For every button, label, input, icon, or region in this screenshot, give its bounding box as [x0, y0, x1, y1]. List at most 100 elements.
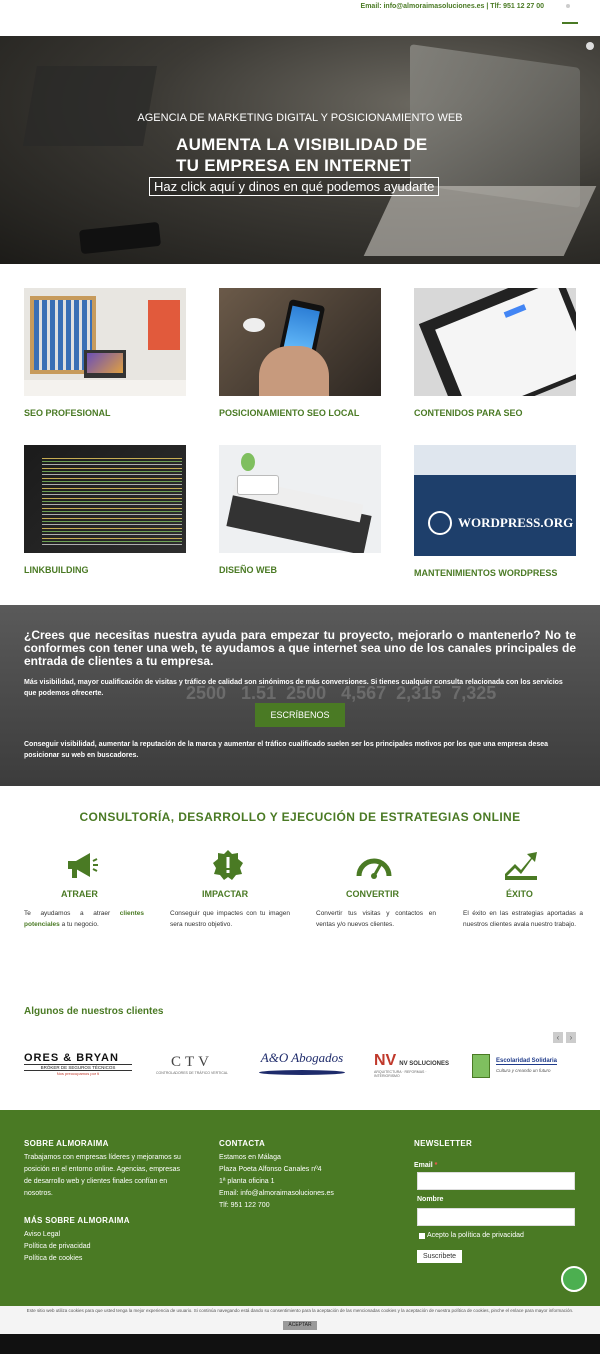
pillar-description: Conseguir que impactes con tu imagen ser…: [170, 910, 290, 928]
pillar-title: CONVERTIR: [346, 889, 400, 899]
service-card-web-design[interactable]: DISEÑO WEB: [219, 445, 381, 575]
search-dot-icon[interactable]: [566, 4, 570, 8]
service-card-wordpress[interactable]: WORDPRESS.ORG MANTENIMIENTOS WORDPRESS: [414, 445, 576, 578]
alert-badge-icon: [213, 850, 243, 880]
client-name: ORES & BRYAN: [24, 1052, 119, 1064]
hero-phone-image: [78, 221, 162, 255]
service-title[interactable]: MANTENIMIENTOS WORDPRESS: [414, 568, 557, 578]
hero-cta-button[interactable]: Haz click aquí y dinos en qué podemos ay…: [149, 177, 440, 196]
client-sub: CONTROLADORES DE TRÁFICO VERTICAL: [155, 1071, 229, 1075]
pillar-description: Te ayudamos a atraer clientes potenciale…: [24, 908, 144, 930]
service-card-seo[interactable]: SEO PROFESIONAL: [24, 288, 186, 418]
footer-link-cookies[interactable]: Política de cookies: [24, 1253, 184, 1265]
service-image-seo: [24, 288, 186, 396]
footer-contact-title: CONTACTA: [219, 1139, 266, 1148]
service-card-local-seo[interactable]: POSICIONAMIENTO SEO LOCAL: [219, 288, 381, 418]
menu-icon[interactable]: [562, 22, 578, 24]
pillar-text: a tu negocio.: [59, 921, 99, 928]
email-label: Email *: [414, 1162, 438, 1169]
service-title[interactable]: SEO PROFESIONAL: [24, 408, 111, 418]
footer-about-text: Trabajamos con empresas líderes y mejora…: [24, 1154, 181, 1197]
client-logo-escolaridad[interactable]: Escolaridad Solidaria Cultura y creando …: [472, 1044, 578, 1088]
footer-newsletter: NEWSLETTER Email *: [414, 1139, 584, 1172]
footer-link-privacy[interactable]: Política de privacidad: [24, 1241, 184, 1253]
service-card-content-seo[interactable]: CONTENIDOS PARA SEO: [414, 288, 576, 418]
pillar-description: Convertir tus visitas y contactos en ven…: [316, 910, 436, 928]
service-card-linkbuilding[interactable]: LINKBUILDING: [24, 445, 186, 575]
pillar-title: ÉXITO: [506, 889, 533, 899]
client-name: CTV: [171, 1054, 213, 1070]
client-logo-nv-soluciones[interactable]: NV NV SOLUCIONES ARQUITECTURA · REFORMAS…: [374, 1044, 450, 1088]
client-name: NV NV SOLUCIONES: [374, 1052, 449, 1069]
pillar-title: IMPACTAR: [202, 889, 249, 899]
service-image-wordpress: WORDPRESS.ORG: [414, 445, 576, 556]
band-text-2: Conseguir visibilidad, aumentar la reput…: [24, 741, 549, 759]
gauge-icon: [356, 858, 392, 879]
service-image-linkbuilding: [24, 445, 186, 553]
band-question: ¿Crees que necesitas nuestra ayuda para …: [24, 628, 576, 668]
hero-slider-dot-icon[interactable]: [586, 42, 594, 50]
privacy-label: Acepto la política de privacidad: [427, 1232, 524, 1239]
footer-contact-lines: Estamos en Málaga Plaza Poeta Alfonso Ca…: [219, 1152, 389, 1212]
hero-laptop-left-image: [22, 66, 158, 146]
megaphone-icon: [68, 853, 98, 878]
cookie-accept-button[interactable]: ACEPTAR: [283, 1321, 317, 1330]
client-name: Escolaridad Solidaria: [496, 1058, 558, 1065]
hero-title: AUMENTA LA VISIBILIDAD DE TU EMPRESA EN …: [176, 134, 427, 176]
client-logo-ores-bryan[interactable]: ORES & BRYAN BRÓKER DE SEGUROS TÉCNICOS …: [24, 1044, 132, 1088]
service-title[interactable]: POSICIONAMIENTO SEO LOCAL: [219, 408, 359, 418]
service-title[interactable]: LINKBUILDING: [24, 565, 89, 575]
client-sub: BRÓKER DE SEGUROS TÉCNICOS: [24, 1064, 132, 1071]
escolaridad-emblem-icon: [472, 1054, 490, 1078]
cta-band: 2500 1.51 2500 4,567 2,315 7,325 ¿Crees …: [0, 605, 600, 786]
footer-links: Aviso Legal Política de privacidad Polít…: [24, 1229, 184, 1265]
footer-about: SOBRE ALMORAIMA Trabajamos con empresas …: [24, 1139, 184, 1265]
newsletter-title: NEWSLETTER: [414, 1139, 473, 1148]
footer-more-title: MÁS SOBRE ALMORAIMA: [24, 1216, 130, 1225]
client-tag: Nos preocupamos por ti: [56, 1071, 100, 1076]
subscribe-button[interactable]: Suscribete: [417, 1250, 463, 1263]
hero-keyboard-image: [363, 186, 597, 256]
hero-banner: AGENCIA DE MARKETING DIGITAL Y POSICIONA…: [0, 36, 600, 264]
carousel-next-button[interactable]: ›: [566, 1032, 576, 1043]
privacy-checkbox[interactable]: [419, 1233, 425, 1239]
pillar-description: El éxito en las estrategias aportadas a …: [463, 910, 583, 928]
name-label: Nombre: [417, 1196, 444, 1203]
footer-link-legal[interactable]: Aviso Legal: [24, 1229, 184, 1241]
newsletter-name-input[interactable]: [417, 1208, 575, 1226]
contact-line: Estamos en Málaga: [219, 1154, 281, 1161]
clients-title: Algunos de nuestros clientes: [24, 1006, 164, 1017]
hero-kicker: AGENCIA DE MARKETING DIGITAL Y POSICIONA…: [137, 112, 463, 124]
growth-chart-icon: [505, 852, 537, 880]
service-title[interactable]: CONTENIDOS PARA SEO: [414, 408, 523, 418]
carousel-prev-button[interactable]: ‹: [553, 1032, 563, 1043]
contact-line: Plaza Poeta Alfonso Canales nº4: [219, 1166, 322, 1173]
client-name: A&O Abogados: [260, 1050, 344, 1065]
newsletter-email-input[interactable]: [417, 1172, 575, 1190]
service-image-content-seo: [414, 288, 576, 396]
page-bottom-bar: [0, 1334, 600, 1354]
pillar-text: Te ayudamos a atraer: [24, 910, 120, 917]
hero-title-line1: AUMENTA LA VISIBILIDAD DE: [176, 135, 428, 154]
client-sub: Cultura y creando un futuro: [496, 1068, 551, 1073]
client-logo-ao-abogados[interactable]: A&O Abogados: [252, 1044, 352, 1088]
consulting-title: CONSULTORÍA, DESARROLLO Y EJECUCIÓN DE E…: [79, 810, 521, 824]
client-logo-ctv[interactable]: CTV CONTROLADORES DE TRÁFICO VERTICAL: [152, 1044, 232, 1088]
write-us-button[interactable]: ESCRÍBENOS: [255, 703, 345, 727]
footer-about-title: SOBRE ALMORAIMA: [24, 1139, 109, 1148]
contact-phone[interactable]: Tlf: 951 122 700: [219, 1200, 389, 1212]
top-contact-info[interactable]: Email: info@almoraimasoluciones.es | Tlf…: [361, 3, 544, 10]
cookie-bar: Este sitio web utiliza cookies para que …: [0, 1306, 600, 1334]
service-title[interactable]: DISEÑO WEB: [219, 565, 277, 575]
service-image-local-seo: [219, 288, 381, 396]
contact-email[interactable]: Email: info@almoraimasoluciones.es: [219, 1188, 389, 1200]
cookie-text: Este sitio web utiliza cookies para que …: [26, 1308, 574, 1313]
footer-contact: CONTACTA Estamos en Málaga Plaza Poeta A…: [219, 1139, 389, 1212]
client-swoosh: [259, 1070, 345, 1075]
client-sub: ARQUITECTURA · REFORMAS · INTERIORISMO: [374, 1070, 427, 1078]
hero-title-line2: TU EMPRESA EN INTERNET: [176, 156, 412, 175]
band-text-1: Más visibilidad, mayor cualificación de …: [24, 679, 563, 697]
top-bar: Email: info@almoraimasoluciones.es | Tlf…: [0, 0, 600, 36]
whatsapp-icon[interactable]: [561, 1266, 587, 1292]
pillar-title: ATRAER: [61, 889, 98, 899]
